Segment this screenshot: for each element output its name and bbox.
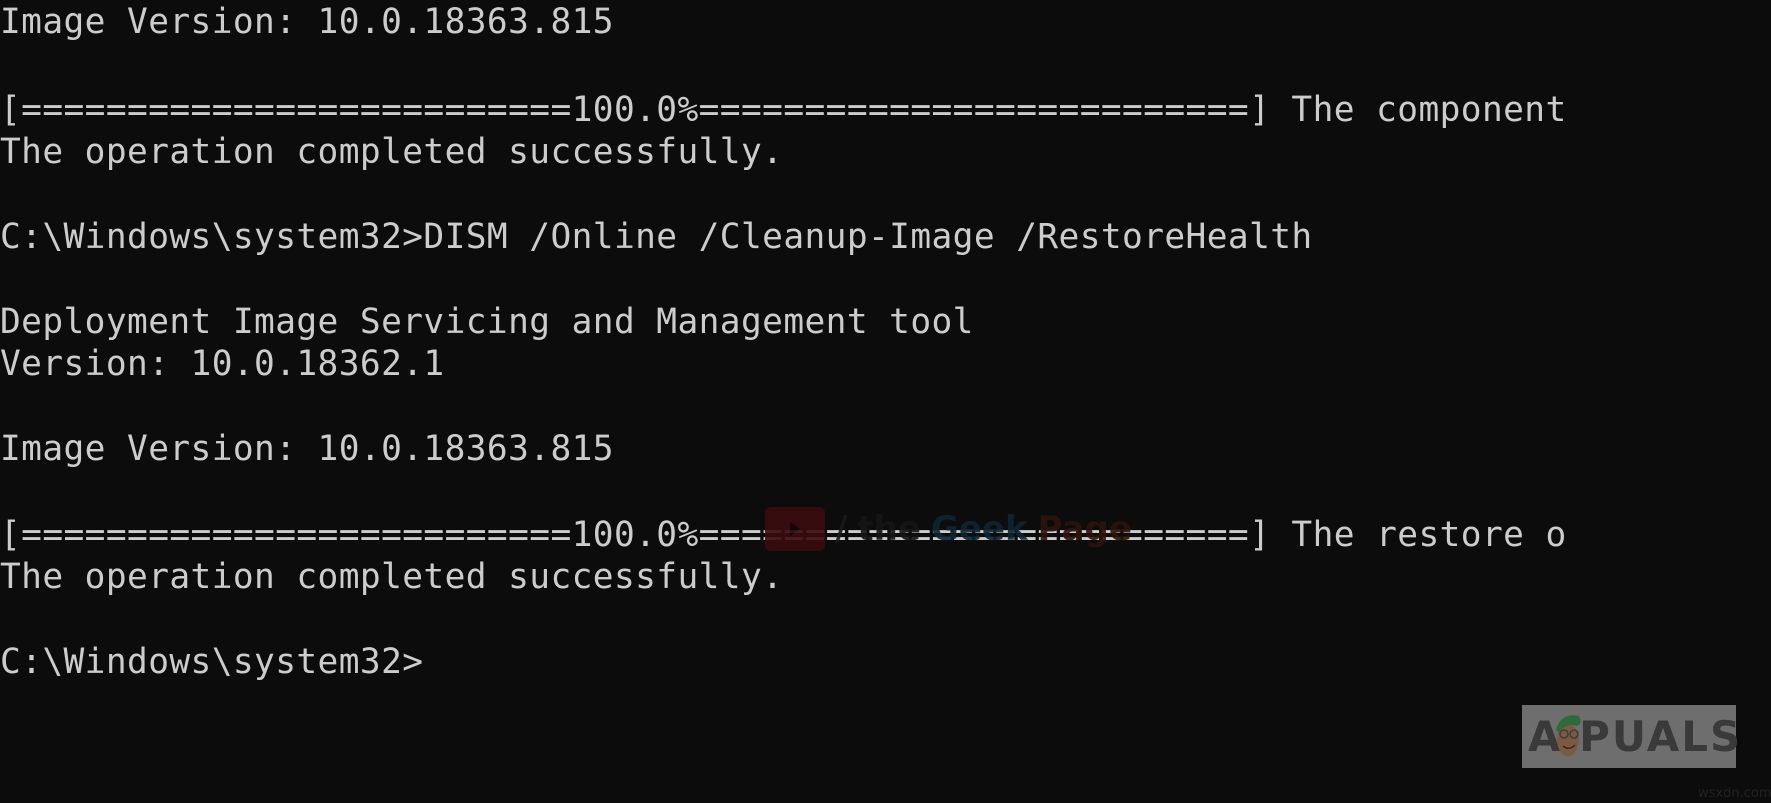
site-watermark: wsxdn.com xyxy=(1698,786,1771,801)
appuals-logo: A PUALS xyxy=(1522,705,1740,768)
watermark-page: Page xyxy=(1037,509,1132,549)
output-image-version: Image Version: 10.0.18363.815 xyxy=(0,429,614,469)
output-tool-version: Version: 10.0.18362.1 xyxy=(0,344,445,384)
appuals-mascot-icon xyxy=(1556,715,1581,756)
command-prompt[interactable]: C:\Windows\system32> xyxy=(0,641,423,683)
watermark-the: the xyxy=(857,509,921,549)
watermark-slash: / xyxy=(835,509,848,549)
console-window[interactable]: Image Version: 10.0.18363.815 [=========… xyxy=(0,0,1771,803)
output-operation-success: The operation completed successfully. xyxy=(0,557,784,597)
output-operation-success: The operation completed successfully. xyxy=(0,132,784,172)
youtube-icon xyxy=(765,507,825,551)
output-image-version: Image Version: 10.0.18363.815 xyxy=(0,2,614,42)
progress-bar-component: [==========================100.0%=======… xyxy=(0,90,1567,130)
watermark-geek: Geek xyxy=(930,509,1028,549)
command-line: C:\Windows\system32>DISM /Online /Cleanu… xyxy=(0,217,1313,257)
output-tool-name: Deployment Image Servicing and Managemen… xyxy=(0,302,974,342)
the-geek-page-watermark: / the Geek Page xyxy=(765,507,1132,551)
